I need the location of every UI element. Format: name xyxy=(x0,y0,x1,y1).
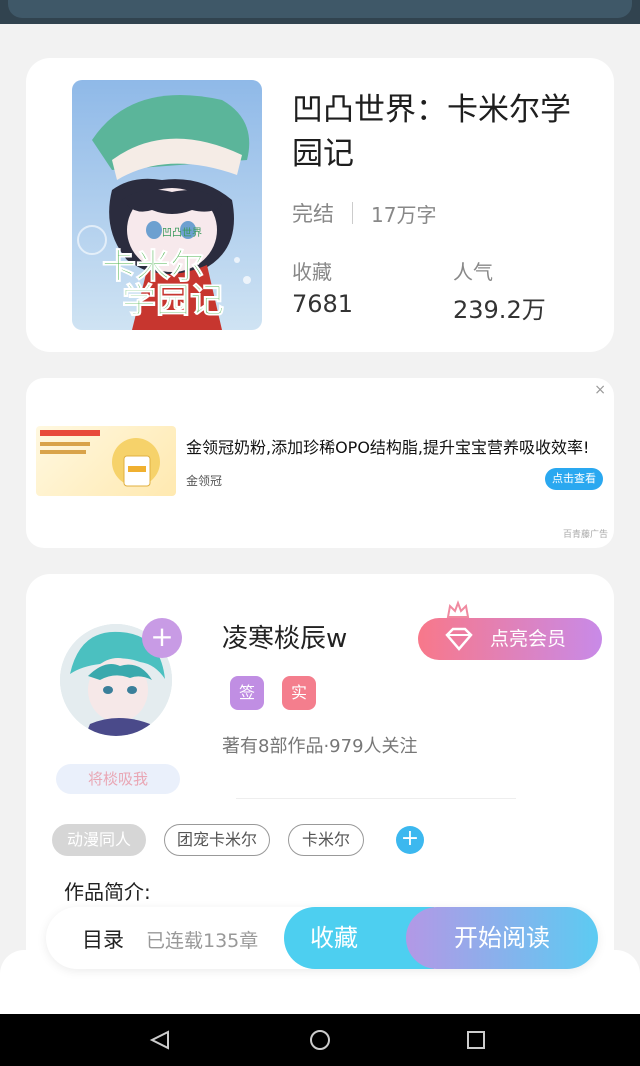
toc-button[interactable]: 目录 xyxy=(82,924,124,954)
author-name[interactable]: 凌寒棪辰w xyxy=(222,618,347,655)
start-reading-button[interactable]: 开始阅读 xyxy=(406,907,598,969)
intro-label: 作品简介: xyxy=(64,880,151,904)
ad-image[interactable] xyxy=(36,426,176,496)
serial-status: 已连载135章 xyxy=(146,930,259,952)
action-bar: 目录 已连载135章 收藏 开始阅读 xyxy=(46,907,598,969)
author-works-summary: 著有8部作品·979人关注 xyxy=(222,736,418,757)
close-icon[interactable]: × xyxy=(594,382,606,398)
ad-view-button[interactable]: 点击查看 xyxy=(545,468,603,490)
divider xyxy=(236,798,516,799)
book-title: 凹凸世界：卡米尔学园记 xyxy=(292,92,571,172)
verified-badge: 实 xyxy=(282,676,316,710)
meta-divider xyxy=(352,202,353,224)
add-tag-plus-icon[interactable]: + xyxy=(396,826,424,854)
back-triangle-icon[interactable] xyxy=(130,1014,190,1066)
signed-badge: 签 xyxy=(230,676,264,710)
follow-plus-icon[interactable]: + xyxy=(142,618,182,658)
home-circle-icon[interactable] xyxy=(290,1014,350,1066)
vip-button[interactable]: 点亮会员 xyxy=(418,618,602,660)
popularity-label: 人气 xyxy=(453,260,493,284)
tag-item[interactable]: 卡米尔 xyxy=(288,824,364,856)
book-info-card: 凹凸世界 卡米尔 学园记 凹凸世界：卡米尔学园记 完结 17万字 收藏 7681… xyxy=(26,58,614,352)
book-meta: 完结 17万字 xyxy=(292,198,436,228)
navigation-bar xyxy=(0,1014,640,1066)
book-cover-image[interactable]: 凹凸世界 卡米尔 学园记 xyxy=(72,80,262,330)
favorites-label: 收藏 xyxy=(292,260,332,284)
recent-square-icon[interactable] xyxy=(446,1014,506,1066)
ad-brand: 金领冠 xyxy=(186,474,223,488)
tag-item[interactable]: 团宠卡米尔 xyxy=(164,824,270,856)
hug-button[interactable]: 将棪吸我 xyxy=(56,764,180,794)
diamond-icon xyxy=(445,627,473,651)
ad-banner[interactable]: × 金领冠奶粉,添加珍稀OPO结构脂,提升宝宝营养吸收效率! 金领冠 点击查看 … xyxy=(26,378,614,548)
cover-title-line2: 学园记 xyxy=(122,281,224,321)
tag-item[interactable]: 动漫同人 xyxy=(52,824,146,856)
book-word-count: 17万字 xyxy=(371,202,437,227)
crown-icon xyxy=(446,600,470,618)
favorites-value: 7681 xyxy=(292,290,354,318)
vip-button-label: 点亮会员 xyxy=(490,628,567,650)
ad-headline[interactable]: 金领冠奶粉,添加珍稀OPO结构脂,提升宝宝营养吸收效率! xyxy=(186,434,589,458)
cover-subtitle: 凹凸世界 xyxy=(162,227,202,239)
popularity-value: 239.2万 xyxy=(453,296,546,324)
ad-source-tag: 百青藤广告 xyxy=(562,530,608,540)
book-status: 完结 xyxy=(292,202,334,226)
status-bar xyxy=(0,0,640,24)
